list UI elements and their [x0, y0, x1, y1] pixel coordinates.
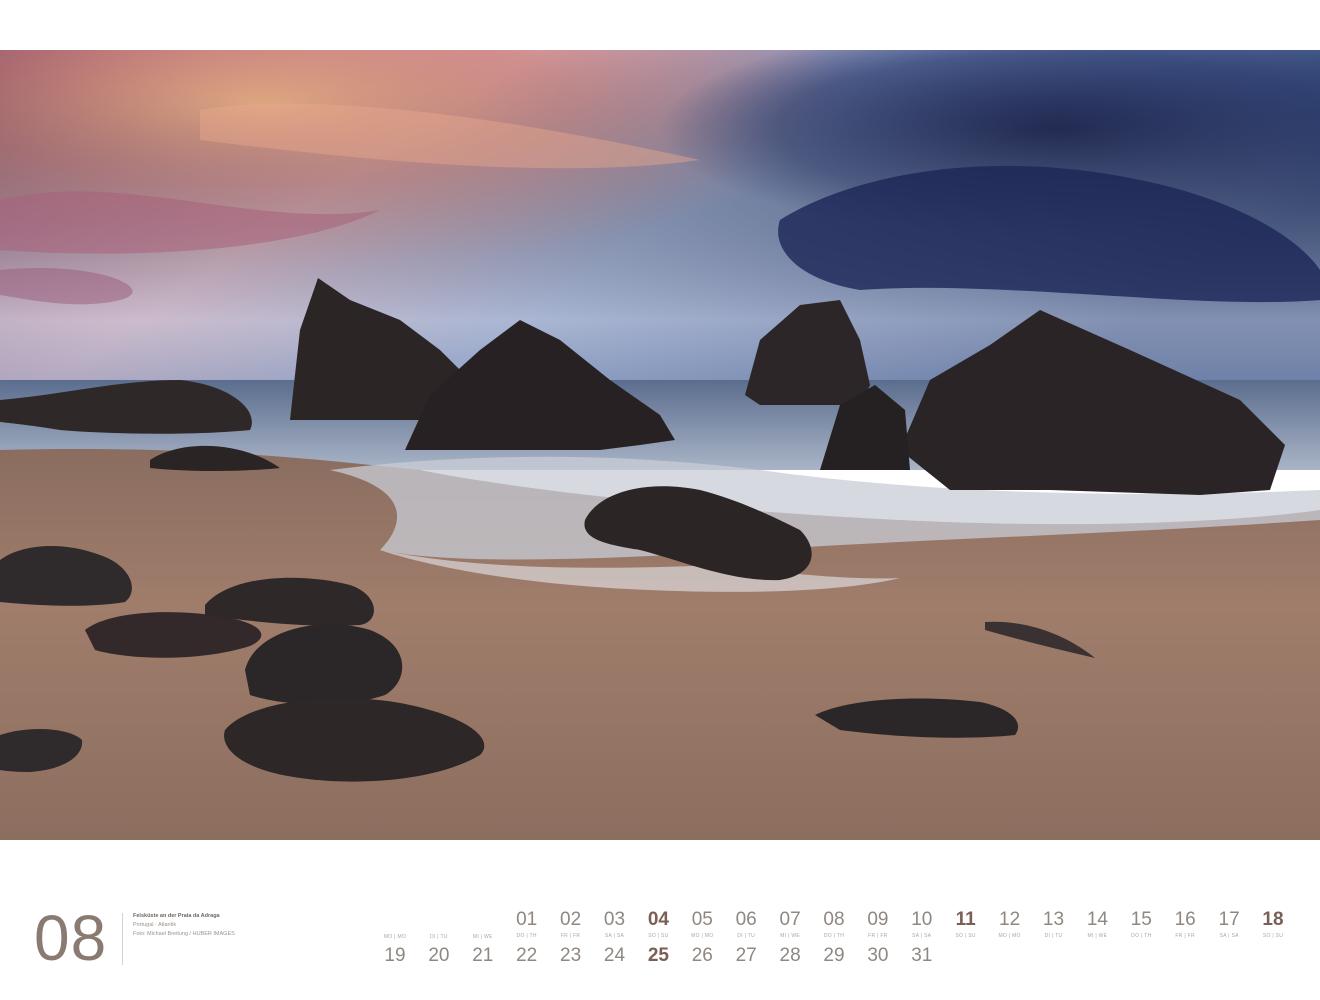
day-number: 12 [999, 909, 1021, 930]
day-number: 14 [1086, 909, 1108, 930]
day-number: 26 [691, 945, 713, 966]
day-number: 29 [823, 945, 845, 966]
day-number: 03 [603, 909, 626, 930]
day-name: SA | SA [912, 933, 932, 939]
day-name: MI | WE [1087, 933, 1108, 939]
day-name: SA | SA [1219, 933, 1239, 939]
calendar-day: 24 [593, 944, 637, 968]
caption-divider [122, 913, 123, 965]
day-number: 25 [647, 945, 669, 966]
day-number: 19 [384, 945, 406, 966]
day-number: 06 [735, 909, 757, 930]
month-number: 08 [34, 902, 108, 974]
calendar-day: 04 SO | SU [636, 908, 680, 940]
day-number: 13 [1042, 909, 1065, 930]
day-number: 01 [516, 909, 538, 930]
day-name: SO | SU [648, 933, 669, 939]
day-number: 31 [911, 945, 933, 966]
calendar-day: 12 MO | MO [988, 908, 1032, 940]
landscape-photo [0, 50, 1320, 840]
day-name: DO | TH [516, 933, 537, 939]
day-number: 15 [1130, 909, 1152, 930]
day-name: DO | TH [1131, 933, 1152, 939]
calendar-day: 17 SA | SA [1207, 908, 1251, 940]
calendar-day: 03 SA | SA [593, 908, 637, 940]
day-name: MO | MO [998, 933, 1021, 939]
calendar-day: 18 SO | SU [1251, 908, 1295, 940]
day-number: 04 [647, 909, 669, 930]
day-number: 17 [1218, 909, 1240, 930]
day-number: 18 [1262, 909, 1284, 930]
calendar-day: 20 DI | TU [417, 934, 461, 968]
calendar-day: 19 MO | MO [373, 934, 417, 968]
caption-location: Portugal · Atlantik [133, 922, 177, 928]
day-number: 11 [955, 909, 976, 930]
day-number: 07 [779, 909, 801, 930]
calendar-row-top: 01 DO | TH 02 FR | FR 03 SA | SA 04 SO | SU 05 MO… [373, 908, 1303, 948]
calendar-day: 23 [549, 944, 593, 968]
day-name: DI | TU [1044, 933, 1063, 939]
calendar-day: 28 [768, 944, 812, 968]
day-name: MI | WE [472, 934, 493, 940]
day-name: FR | FR [868, 933, 888, 939]
calendar-day: 15 DO | TH [1119, 908, 1163, 940]
calendar-day: 05 MO | MO [680, 908, 724, 940]
calendar-day: 22 [505, 944, 549, 968]
day-number: 23 [560, 945, 582, 966]
day-number: 05 [691, 909, 713, 930]
calendar-day: 30 [856, 944, 900, 968]
calendar-day: 10 SA | SA [900, 908, 944, 940]
day-name: FR | FR [1175, 933, 1195, 939]
calendar-day: 02 FR | FR [549, 908, 593, 940]
calendar-day: 14 MI | WE [1075, 908, 1119, 940]
calendar-day: 01 DO | TH [505, 908, 549, 940]
day-name: MO | MO [383, 934, 407, 940]
day-number: 28 [779, 945, 801, 966]
day-name: FR | FR [560, 933, 581, 939]
calendar-day: 06 DI | TU [724, 908, 768, 940]
day-name: SO | SU [955, 933, 976, 939]
calendar-row-bottom: 19 MO | MO 20 DI | TU 21 MI | WE 22 23 24 25 26 27 2… [373, 934, 1303, 984]
day-name: DO | TH [823, 933, 845, 939]
day-number: 20 [428, 945, 450, 966]
calendar-day: 31 [900, 944, 944, 968]
calendar-day: 25 [636, 944, 680, 968]
day-name: DI | TU [430, 934, 448, 940]
beach-rocks-illustration [0, 50, 1320, 840]
calendar-day: 08 DO | TH [812, 908, 856, 940]
day-number: 24 [603, 945, 626, 966]
caption-title: Felsküste an der Praia da Adraga [133, 913, 220, 919]
day-name: MO | MO [691, 933, 714, 939]
day-number: 02 [560, 909, 582, 930]
day-number: 21 [472, 945, 494, 966]
calendar-day: 21 MI | WE [461, 934, 505, 968]
calendar-day: 11 SO | SU [944, 908, 988, 940]
day-number: 27 [735, 945, 757, 966]
day-name: SO | SU [1262, 933, 1284, 939]
calendar-day: 09 FR | FR [856, 908, 900, 940]
calendar-day: 07 MI | WE [768, 908, 812, 940]
day-number: 09 [867, 909, 889, 930]
day-name: MI | WE [780, 933, 800, 939]
day-number: 22 [516, 945, 538, 966]
photo-caption: Felsküste an der Praia da Adraga Portuga… [133, 912, 235, 939]
calendar-day: 29 [812, 944, 856, 968]
calendar-day: 27 [724, 944, 768, 968]
calendar-day: 16 FR | FR [1163, 908, 1207, 940]
day-name: SA | SA [604, 933, 625, 939]
caption-credit: Foto: Michael Breitung / HUBER IMAGES [133, 931, 235, 937]
calendar-day: 26 [680, 944, 724, 968]
calendar-day: 13 DI | TU [1032, 908, 1076, 940]
day-number: 30 [867, 945, 889, 966]
day-number: 08 [823, 909, 845, 930]
day-number: 10 [911, 909, 933, 930]
day-number: 16 [1174, 909, 1196, 930]
day-name: DI | TU [737, 933, 756, 939]
